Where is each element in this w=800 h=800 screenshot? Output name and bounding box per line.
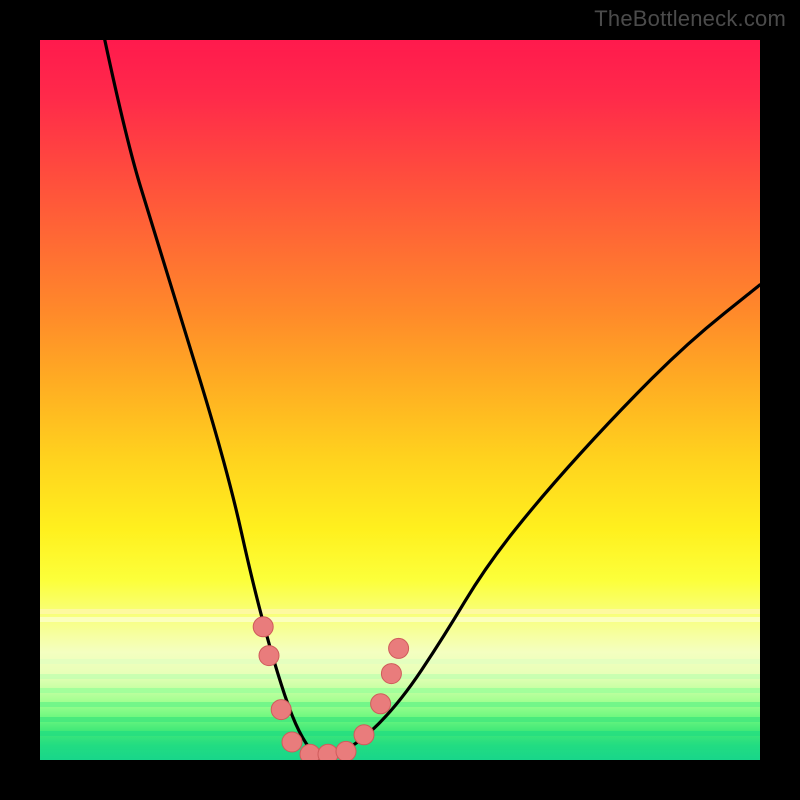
curve-marker [371,694,391,714]
curve-marker [300,744,320,760]
curve-marker [259,646,279,666]
curve-marker [389,638,409,658]
chart-frame: TheBottleneck.com [0,0,800,800]
plot-area [40,40,760,760]
curve-marker [381,664,401,684]
curve-marker [354,725,374,745]
bottleneck-curve [40,40,760,760]
curve-marker [336,741,356,760]
curve-marker [318,744,338,760]
curve-marker [271,700,291,720]
curve-marker [253,617,273,637]
watermark-text: TheBottleneck.com [594,6,786,32]
curve-marker [282,732,302,752]
